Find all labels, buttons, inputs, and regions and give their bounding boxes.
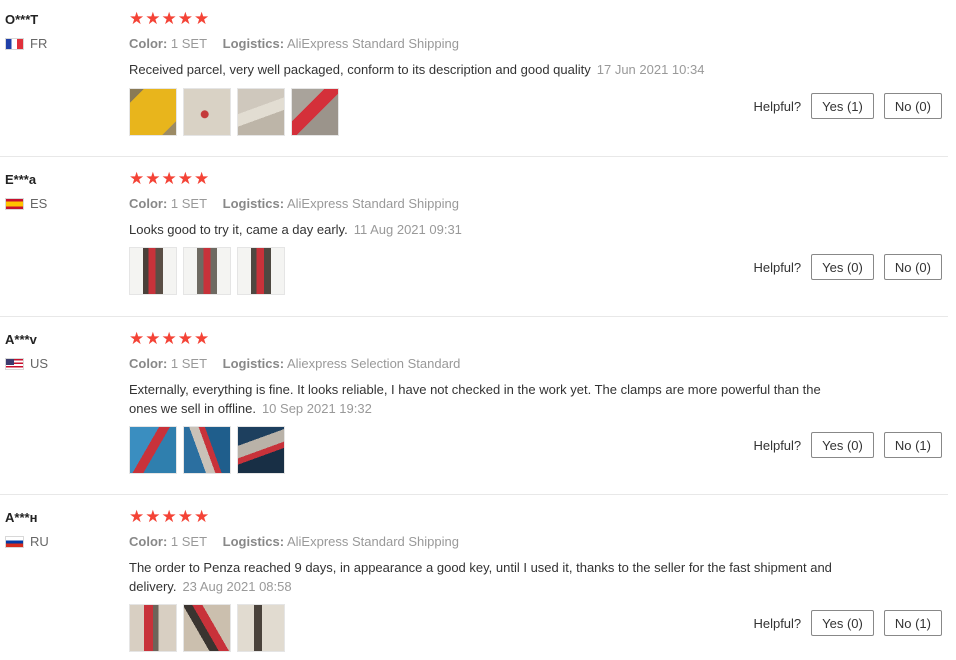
color-value: 1 SET (170, 36, 208, 51)
color-label: Color: (129, 356, 168, 371)
review-body: Received parcel, very well packaged, con… (129, 62, 591, 77)
color-label: Color: (129, 534, 168, 549)
review-date: 10 Sep 2021 19:32 (261, 401, 372, 416)
country-code: US (30, 356, 49, 371)
helpful-yes-button[interactable]: Yes (0) (811, 254, 874, 280)
review-photos (129, 247, 285, 295)
reviewer-name: A***н (5, 510, 38, 525)
logistics-value: AliExpress Standard Shipping (286, 534, 459, 549)
star-rating: ★★★★★ (129, 507, 211, 527)
helpful-label: Helpful? (753, 98, 802, 114)
color-label: Color: (129, 196, 168, 211)
order-details: Color: 1 SET Logistics: AliExpress Stand… (129, 534, 459, 549)
review-photo[interactable] (129, 88, 177, 136)
color-value: 1 SET (170, 196, 208, 211)
logistics-label: Logistics: (222, 196, 285, 211)
helpful-yes-button[interactable]: Yes (0) (811, 610, 874, 636)
reviewer-country: FR (5, 36, 47, 51)
review-photo[interactable] (183, 88, 231, 136)
review-photo[interactable] (183, 247, 231, 295)
logistics-value: AliExpress Standard Shipping (286, 36, 459, 51)
review-photos (129, 604, 285, 652)
color-label: Color: (129, 36, 168, 51)
helpful-vote: Helpful? Yes (0) No (0) (753, 254, 942, 280)
helpful-label: Helpful? (753, 259, 802, 275)
review-body: Externally, everything is fine. It looks… (129, 382, 821, 416)
country-code: ES (30, 196, 48, 211)
review-photo[interactable] (237, 426, 285, 474)
logistics-label: Logistics: (222, 356, 285, 371)
country-code: RU (30, 534, 49, 549)
review-photos (129, 426, 285, 474)
order-details: Color: 1 SET Logistics: AliExpress Stand… (129, 36, 459, 51)
reviewer-name: A***v (5, 332, 37, 347)
order-details: Color: 1 SET Logistics: AliExpress Stand… (129, 196, 459, 211)
review-date: 17 Jun 2021 10:34 (596, 62, 705, 77)
star-rating: ★★★★★ (129, 329, 211, 349)
review-date: 11 Aug 2021 09:31 (353, 222, 462, 237)
usa-flag-icon (5, 357, 24, 370)
helpful-no-button[interactable]: No (1) (883, 432, 942, 458)
reviewer-country: US (5, 356, 48, 371)
review-photo[interactable] (237, 247, 285, 295)
review-body: Looks good to try it, came a day early. (129, 222, 348, 237)
review-photo[interactable] (183, 426, 231, 474)
reviewer-name: O***T (5, 12, 39, 27)
reviewer-country: ES (5, 196, 47, 211)
review-card: O***T FR ★★★★★ Color: 1 SET Logistics: A… (0, 0, 948, 157)
order-details: Color: 1 SET Logistics: Aliexpress Selec… (129, 356, 460, 371)
logistics-value: Aliexpress Selection Standard (286, 356, 461, 371)
review-photos (129, 88, 339, 136)
review-text: Externally, everything is fine. It looks… (129, 380, 849, 418)
review-photo[interactable] (183, 604, 231, 652)
review-date: 23 Aug 2021 08:58 (182, 579, 292, 594)
review-photo[interactable] (237, 88, 285, 136)
review-photo[interactable] (129, 247, 177, 295)
review-text: Looks good to try it, came a day early. 1… (129, 220, 849, 239)
helpful-no-button[interactable]: No (0) (883, 93, 942, 119)
helpful-yes-button[interactable]: Yes (1) (811, 93, 874, 119)
logistics-label: Logistics: (222, 36, 285, 51)
helpful-vote: Helpful? Yes (0) No (1) (753, 432, 942, 458)
review-photo[interactable] (237, 604, 285, 652)
review-card: A***н RU ★★★★★ Color: 1 SET Logistics: A… (0, 498, 948, 660)
color-value: 1 SET (170, 356, 208, 371)
review-text: Received parcel, very well packaged, con… (129, 60, 849, 79)
helpful-yes-button[interactable]: Yes (0) (811, 432, 874, 458)
helpful-label: Helpful? (753, 437, 802, 453)
helpful-no-button[interactable]: No (1) (883, 610, 942, 636)
review-photo[interactable] (291, 88, 339, 136)
review-text: The order to Penza reached 9 days, in ap… (129, 558, 849, 596)
helpful-label: Helpful? (753, 615, 802, 631)
russia-flag-icon (5, 535, 24, 548)
spain-flag-icon (5, 197, 24, 210)
star-rating: ★★★★★ (129, 9, 211, 29)
helpful-no-button[interactable]: No (0) (883, 254, 942, 280)
reviewer-country: RU (5, 534, 49, 549)
helpful-vote: Helpful? Yes (1) No (0) (753, 93, 942, 119)
review-photo[interactable] (129, 426, 177, 474)
logistics-value: AliExpress Standard Shipping (286, 196, 459, 211)
color-value: 1 SET (170, 534, 208, 549)
star-rating: ★★★★★ (129, 169, 211, 189)
review-card: A***v US ★★★★★ Color: 1 SET Logistics: A… (0, 320, 948, 495)
country-code: FR (30, 36, 48, 51)
france-flag-icon (5, 37, 24, 50)
helpful-vote: Helpful? Yes (0) No (1) (753, 610, 942, 636)
logistics-label: Logistics: (222, 534, 285, 549)
reviewer-name: E***a (5, 172, 37, 187)
review-photo[interactable] (129, 604, 177, 652)
review-card: E***a ES ★★★★★ Color: 1 SET Logistics: A… (0, 160, 948, 317)
